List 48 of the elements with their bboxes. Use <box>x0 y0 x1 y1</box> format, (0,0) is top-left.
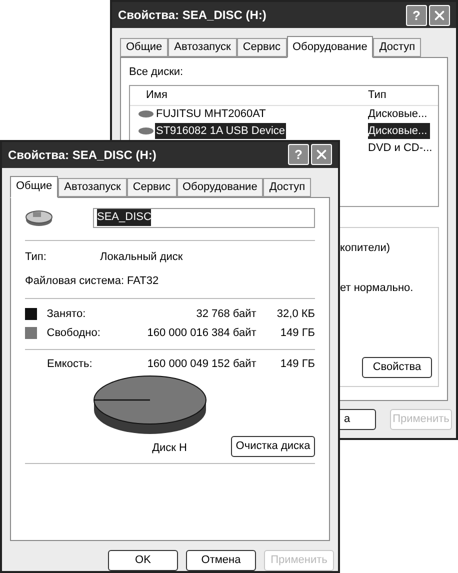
drive-icon <box>138 110 154 118</box>
volume-name: SEA_DISC <box>97 209 152 226</box>
capacity-bytes: 160 000 049 152 байт <box>146 356 256 372</box>
tab[interactable]: Автозапуск <box>168 38 237 57</box>
drive-icon <box>25 208 53 227</box>
tab[interactable]: Общие <box>10 176 58 198</box>
volume-name-field[interactable]: SEA_DISC <box>93 208 315 228</box>
disk-cleanup-button[interactable]: Очистка диска <box>231 436 315 458</box>
tab[interactable]: Сервис <box>236 38 286 57</box>
tab[interactable]: Сервис <box>126 178 176 197</box>
usage-label: Занято: <box>46 306 87 322</box>
disk-label: Диск H <box>152 440 187 456</box>
drive-type[interactable]: Дисковые... <box>368 122 430 140</box>
capacity-label: Емкость: <box>46 356 94 372</box>
usage-bytes: 160 000 016 384 байт <box>146 326 256 341</box>
tab[interactable]: Оборудование <box>176 178 264 197</box>
drive-type[interactable]: DVD и CD-... <box>368 140 430 156</box>
capacity-size: 149 ГБ <box>279 356 315 372</box>
drive-type[interactable]: Дисковые... <box>368 106 430 122</box>
drive-name[interactable]: FUJITSU MHT2060AT <box>155 106 267 122</box>
close-button[interactable] <box>429 4 450 26</box>
field-value: Локальный диск <box>100 250 183 265</box>
tab[interactable]: Доступ <box>373 38 422 57</box>
usage-bytes: 32 768 байт <box>195 306 256 322</box>
properties-button[interactable]: Свойства <box>362 356 432 378</box>
drive-icon <box>138 127 154 135</box>
tab[interactable]: Автозапуск <box>58 178 127 197</box>
tab[interactable]: Доступ <box>263 178 312 197</box>
field-label: Тип: <box>25 250 48 265</box>
field-label: Файловая система: <box>25 274 126 290</box>
drive-name[interactable]: ST916082 1A USB Device <box>155 122 286 140</box>
usage-label: Свободно: <box>46 326 102 341</box>
tab[interactable]: Общие <box>120 38 168 57</box>
dialog-button[interactable]: Отмена <box>186 550 256 571</box>
window-title: Свойства: SEA_DISC (H:) <box>118 7 266 24</box>
column-header[interactable]: Имя <box>130 86 368 104</box>
list-label: Все диски: <box>129 65 184 80</box>
device-detail: копители) <box>340 240 392 256</box>
usage-size: 32,0 КБ <box>276 306 315 322</box>
tab[interactable]: Оборудование <box>286 36 374 58</box>
field-value: FAT32 <box>127 274 159 290</box>
usage-size: 149 ГБ <box>279 326 315 341</box>
close-button[interactable] <box>311 144 332 166</box>
column-header[interactable]: Тип <box>368 86 386 104</box>
device-detail: ет нормально. <box>340 281 414 296</box>
dialog-button[interactable]: а <box>340 409 376 430</box>
window-title: Свойства: SEA_DISC (H:) <box>8 146 156 164</box>
dialog-button[interactable]: OK <box>108 550 178 571</box>
